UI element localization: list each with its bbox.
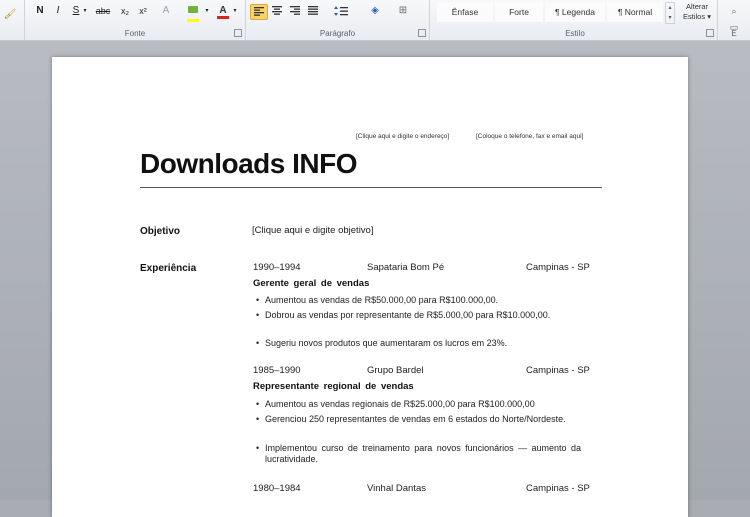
address-placeholder[interactable]: [Clique aqui e digite o endereço] <box>356 133 449 140</box>
line-spacing-icon[interactable] <box>332 4 350 18</box>
job-bullet: Implementou curso de treinamento para no… <box>265 443 581 464</box>
bullet-icon: • <box>256 399 260 409</box>
job-company: Grupo Bardel <box>367 365 424 376</box>
bullet-icon: • <box>256 295 260 305</box>
resume-name[interactable]: Downloads INFO <box>140 148 358 180</box>
text-effects-icon[interactable]: A <box>157 4 175 18</box>
bold-button[interactable]: N <box>33 4 47 18</box>
bullet-icon: • <box>256 338 260 348</box>
strikethrough-button[interactable]: abc <box>93 4 113 18</box>
borders-icon[interactable]: ⊞ <box>394 4 412 18</box>
job-bullet: Gerenciou 250 representantes de vendas e… <box>265 414 566 424</box>
job-role: Representante regional de vendas <box>253 381 414 392</box>
align-left-button[interactable] <box>250 4 268 20</box>
shading-icon[interactable]: ◈ <box>366 4 384 18</box>
job-bullet: Dobrou as vendas por representante de R$… <box>265 310 551 320</box>
job-bullet: Sugeriu novos produtos que aumentaram os… <box>265 338 508 348</box>
job-bullet: Aumentou as vendas regionais de R$25.000… <box>265 399 535 409</box>
phone-placeholder[interactable]: [Coloque o telefone, fax e email aqui] <box>476 133 583 140</box>
job-years: 1985–1990 <box>253 365 301 376</box>
styles-scroll-icon[interactable]: ▴ ▾ <box>665 2 675 24</box>
styles-group: Ênfase Forte ¶ Legenda ¶ Normal ▴ ▾ Alter… <box>433 0 718 40</box>
subscript-button[interactable]: x₂ <box>117 4 133 18</box>
bullet-icon: • <box>256 443 260 453</box>
style-item[interactable]: ¶ Normal <box>607 2 663 22</box>
objective-label: Objetivo <box>140 226 181 237</box>
font-dialog-launcher[interactable] <box>234 29 242 37</box>
job-location: Campinas - SP <box>526 483 590 494</box>
superscript-button[interactable]: x² <box>135 4 151 18</box>
italic-button[interactable]: I <box>51 4 65 18</box>
job-years: 1980–1984 <box>253 483 301 494</box>
style-item[interactable]: Ênfase <box>437 2 493 22</box>
font-color-dropdown-icon[interactable]: ▾ <box>231 4 239 18</box>
font-color-icon[interactable]: A <box>215 4 231 19</box>
experience-label: Experiência <box>140 263 197 274</box>
job-location: Campinas - SP <box>526 262 590 273</box>
highlight-dropdown-icon[interactable]: ▾ <box>203 4 211 18</box>
paragraph-dialog-launcher[interactable] <box>418 29 426 37</box>
underline-dropdown-icon[interactable]: ▾ <box>81 4 89 18</box>
objective-text-bold: aqui <box>284 225 303 236</box>
clipboard-group: 🖌 <box>0 0 25 40</box>
job-company: Sapataria Bom Pé <box>367 262 445 273</box>
styles-dialog-launcher[interactable] <box>706 29 714 37</box>
highlight-icon[interactable] <box>183 4 203 22</box>
editing-group-label: E <box>731 29 737 38</box>
editing-group: ⌕ ▭ E <box>718 0 750 40</box>
job-years: 1990–1994 <box>253 262 301 273</box>
job-role: Gerente geral de vendas <box>253 278 370 289</box>
bullet-icon: • <box>256 310 260 320</box>
job-location: Campinas - SP <box>526 365 590 376</box>
change-styles-label-2: Estilos ▾ <box>683 12 711 21</box>
justify-button[interactable] <box>306 4 320 18</box>
title-divider <box>140 187 602 188</box>
objective-text-pre: [Clique <box>252 225 285 236</box>
change-styles-label-1: Alterar <box>685 2 709 11</box>
objective-text-post: e digite objetivo] <box>302 225 374 236</box>
align-center-button[interactable] <box>270 4 284 18</box>
style-item[interactable]: Forte <box>495 2 543 22</box>
paragraph-group: ◈ ⊞ Parágrafo <box>246 0 430 40</box>
paragraph-group-label: Parágrafo <box>319 29 356 38</box>
ribbon: 🖌 N I S ▾ abc x₂ x² A ▾ A ▾ Fonte ◈ ⊞ Pa… <box>0 0 750 41</box>
find-icon[interactable]: ⌕ <box>722 4 746 18</box>
font-group: N I S ▾ abc x₂ x² A ▾ A ▾ Fonte <box>25 0 246 40</box>
job-bullet: Aumentou as vendas de R$50.000,00 para R… <box>265 295 499 305</box>
format-painter-icon[interactable]: 🖌 <box>3 8 17 22</box>
bullet-icon: • <box>256 414 260 424</box>
styles-group-label: Estilo <box>565 29 585 38</box>
align-right-button[interactable] <box>288 4 302 18</box>
objective-text[interactable]: [Clique aqui e digite objetivo] <box>252 225 373 236</box>
job-company: Vinhal Dantas <box>367 483 426 494</box>
font-group-label: Fonte <box>124 29 146 38</box>
style-item[interactable]: ¶ Legenda <box>545 2 605 22</box>
change-styles-button[interactable]: Alterar Estilos ▾ <box>677 2 717 22</box>
